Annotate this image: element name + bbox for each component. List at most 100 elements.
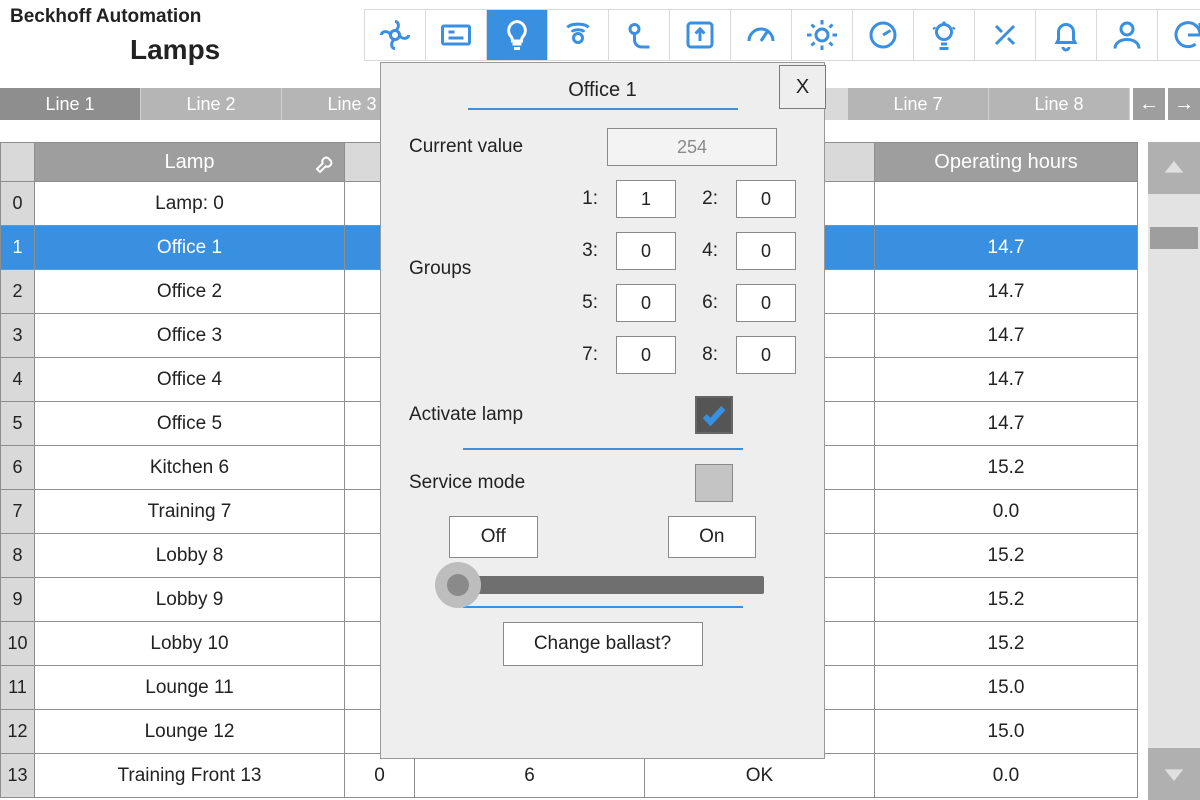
col-hours-header: Operating hours — [875, 142, 1138, 182]
row-hours: 15.2 — [875, 534, 1138, 578]
service-mode-label: Service mode — [409, 472, 579, 494]
toolbar — [365, 9, 1200, 61]
row-hours: 15.0 — [875, 710, 1138, 754]
row-lamp-name: Office 1 — [35, 226, 345, 270]
wrench-icon[interactable] — [314, 151, 338, 175]
row-hours: 15.2 — [875, 578, 1138, 622]
toolbar-hand-icon[interactable] — [608, 9, 670, 61]
toolbar-tools-icon[interactable] — [974, 9, 1036, 61]
row-lamp-name: Lobby 10 — [35, 622, 345, 666]
service-mode-checkbox[interactable] — [695, 464, 733, 502]
row-mid: 06OK — [345, 754, 875, 798]
row-hours: 15.2 — [875, 446, 1138, 490]
row-hours: 15.0 — [875, 666, 1138, 710]
row-index: 11 — [0, 666, 35, 710]
lines-prev-button[interactable]: ← — [1133, 88, 1165, 120]
group-value-field[interactable]: 0 — [616, 232, 676, 270]
change-ballast-button[interactable]: Change ballast? — [503, 622, 703, 666]
slider-knob[interactable] — [435, 562, 481, 608]
group-key: 7: — [574, 336, 598, 374]
toolbar-bell-icon[interactable] — [1035, 9, 1097, 61]
group-value-field[interactable]: 0 — [616, 336, 676, 374]
group-value-field[interactable]: 0 — [616, 284, 676, 322]
row-lamp-name: Office 3 — [35, 314, 345, 358]
row-hours: 0.0 — [875, 490, 1138, 534]
dialog-title: Office 1 — [381, 63, 824, 104]
toolbar-fan-icon[interactable] — [364, 9, 426, 61]
row-lamp-name: Lounge 11 — [35, 666, 345, 710]
group-value-field[interactable]: 1 — [616, 180, 676, 218]
brightness-slider[interactable] — [441, 576, 764, 594]
row-hours: 14.7 — [875, 358, 1138, 402]
toolbar-switch-icon[interactable] — [669, 9, 731, 61]
lines-next-button[interactable]: → — [1168, 88, 1200, 120]
col-index-header — [0, 142, 35, 182]
toolbar-person-icon[interactable] — [1096, 9, 1158, 61]
row-lamp-name: Lamp: 0 — [35, 182, 345, 226]
row-index: 2 — [0, 270, 35, 314]
row-index: 5 — [0, 402, 35, 446]
row-index: 0 — [0, 182, 35, 226]
dialog-close-button[interactable]: X — [779, 65, 826, 109]
table-row[interactable]: 13Training Front 1306OK0.0 — [0, 754, 1138, 798]
divider — [463, 606, 743, 608]
row-lamp-name: Lounge 12 — [35, 710, 345, 754]
scroll-down-button[interactable] — [1148, 748, 1200, 800]
toolbar-gearbulb-icon[interactable] — [913, 9, 975, 61]
page-title: Lamps — [130, 34, 220, 66]
group-key: 3: — [574, 232, 598, 270]
line-tab[interactable]: Line 1 — [0, 88, 141, 120]
toolbar-undo-icon[interactable] — [1157, 9, 1200, 61]
row-index: 12 — [0, 710, 35, 754]
row-lamp-name: Training 7 — [35, 490, 345, 534]
row-index: 8 — [0, 534, 35, 578]
group-value-field[interactable]: 0 — [736, 180, 796, 218]
group-value-field[interactable]: 0 — [736, 284, 796, 322]
col-lamp-header: Lamp — [35, 142, 345, 182]
group-key: 1: — [574, 180, 598, 218]
divider — [463, 448, 743, 450]
line-tab[interactable]: Line 8 — [989, 88, 1130, 120]
activate-lamp-label: Activate lamp — [409, 404, 579, 426]
row-lamp-name: Training Front 13 — [35, 754, 345, 798]
row-hours: 0.0 — [875, 754, 1138, 798]
row-index: 10 — [0, 622, 35, 666]
scrollbar[interactable] — [1148, 142, 1200, 800]
row-lamp-name: Office 2 — [35, 270, 345, 314]
row-lamp-name: Lobby 9 — [35, 578, 345, 622]
group-key: 5: — [574, 284, 598, 322]
row-hours: 15.2 — [875, 622, 1138, 666]
group-value-field[interactable]: 0 — [736, 232, 796, 270]
scroll-thumb[interactable] — [1150, 227, 1198, 249]
row-hours: 14.7 — [875, 314, 1138, 358]
row-hours: 14.7 — [875, 226, 1138, 270]
current-value-field[interactable]: 254 — [607, 128, 777, 166]
row-hours — [875, 182, 1138, 226]
toolbar-gauge-icon[interactable] — [730, 9, 792, 61]
current-value-label: Current value — [409, 136, 579, 158]
toolbar-sun-icon[interactable] — [791, 9, 853, 61]
row-index: 3 — [0, 314, 35, 358]
group-key: 8: — [694, 336, 718, 374]
on-button[interactable]: On — [668, 516, 757, 558]
line-tab[interactable]: Line 7 — [848, 88, 989, 120]
row-lamp-name: Kitchen 6 — [35, 446, 345, 490]
off-button[interactable]: Off — [449, 516, 538, 558]
group-key: 6: — [694, 284, 718, 322]
row-lamp-name: Office 4 — [35, 358, 345, 402]
brand-label: Beckhoff Automation — [10, 6, 201, 28]
row-hours: 14.7 — [875, 402, 1138, 446]
activate-lamp-checkbox[interactable] — [695, 396, 733, 434]
line-tab[interactable]: Line 2 — [141, 88, 282, 120]
toolbar-sensor-icon[interactable] — [547, 9, 609, 61]
col-lamp-label: Lamp — [164, 151, 214, 174]
row-index: 4 — [0, 358, 35, 402]
toolbar-bulb-icon[interactable] — [486, 9, 548, 61]
toolbar-card-icon[interactable] — [425, 9, 487, 61]
row-index: 1 — [0, 226, 35, 270]
toolbar-dial-icon[interactable] — [852, 9, 914, 61]
row-hours: 14.7 — [875, 270, 1138, 314]
scroll-up-button[interactable] — [1148, 142, 1200, 194]
group-value-field[interactable]: 0 — [736, 336, 796, 374]
row-lamp-name: Office 5 — [35, 402, 345, 446]
